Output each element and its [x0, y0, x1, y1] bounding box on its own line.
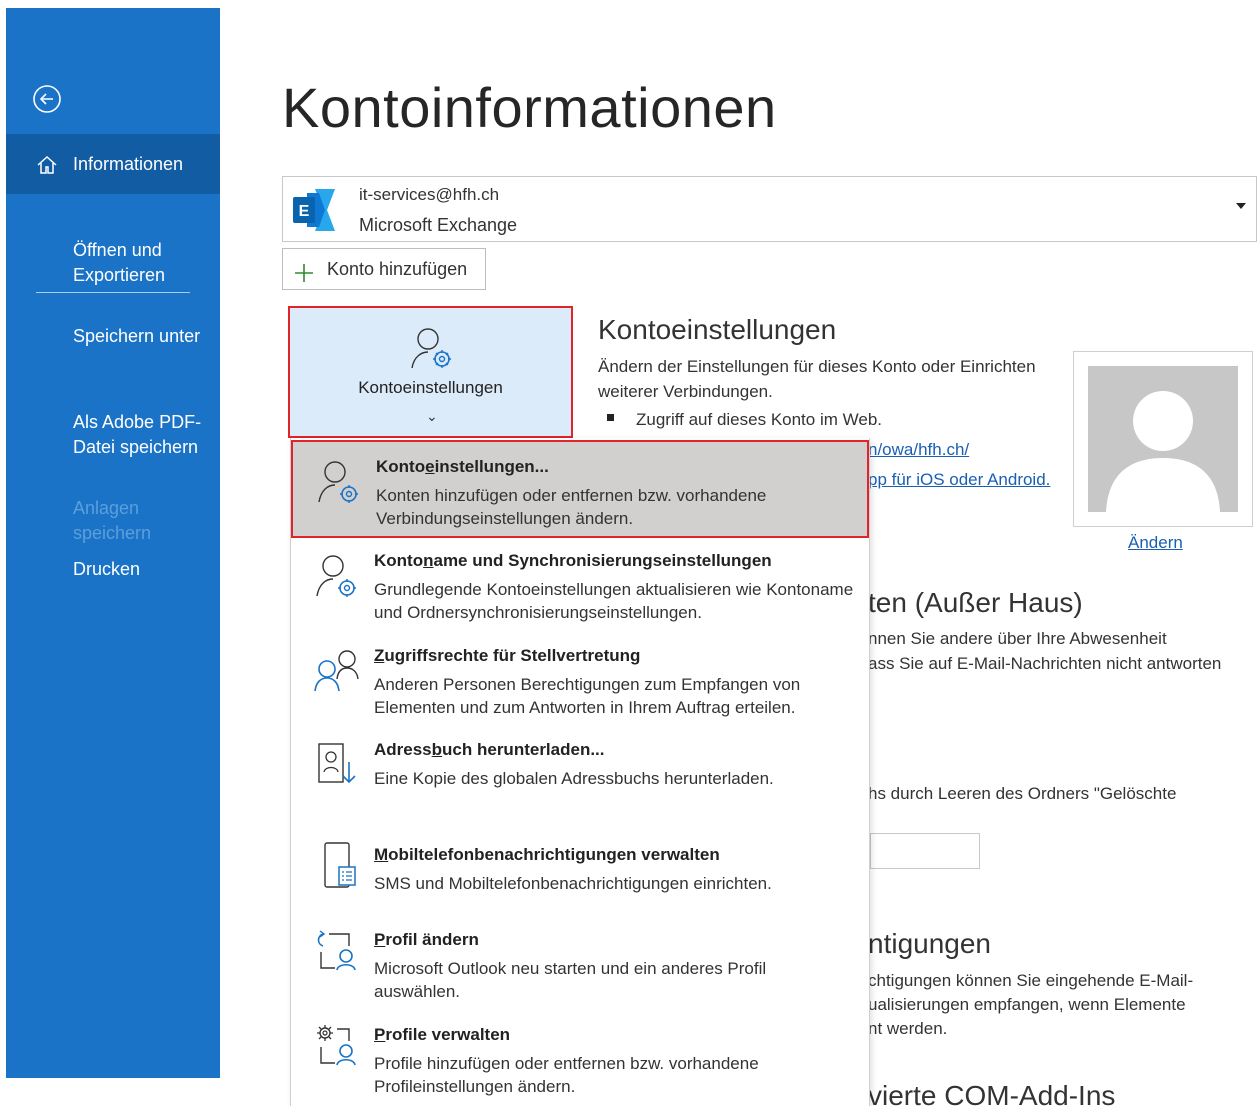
section-heading-kontoeinstellungen: Kontoeinstellungen	[598, 314, 837, 345]
back-arrow-icon[interactable]	[32, 84, 62, 114]
section-desc: weiterer Verbindungen.	[598, 382, 773, 401]
account-settings-tile[interactable]: Kontoeinstellungen ⌄	[288, 306, 573, 438]
sidebar-item-label: Öffnen und Exportieren	[73, 240, 166, 285]
menu-item-title: Kontoname und Synchronisierungseinstellu…	[374, 551, 772, 570]
menu-item-mobiltelefon[interactable]: Mobiltelefonbenachrichtigungen verwalten…	[291, 829, 869, 921]
sidebar-item-drucken[interactable]: Drucken	[6, 557, 220, 582]
menu-item-title: Profil ändern	[374, 930, 479, 949]
menu-item-kontoeinstellungen[interactable]: Kontoeinstellungen... Konten hinzufügen …	[291, 440, 869, 538]
bullet-text: Zugriff auf dieses Konto im Web.	[636, 410, 882, 429]
home-icon	[36, 154, 58, 176]
section-desc: ass Sie auf E-Mail-Nachrichten nicht ant…	[868, 654, 1222, 673]
menu-item-adressbuch[interactable]: Adressbuch herunterladen... Eine Kopie d…	[291, 734, 869, 826]
plus-icon	[293, 258, 315, 282]
menu-item-stellvertretung[interactable]: Zugriffsrechte für Stellvertretung Ander…	[291, 639, 869, 731]
menu-item-title: Kontoeinstellungen...	[376, 457, 549, 476]
sidebar-item-label: Informationen	[73, 154, 184, 174]
menu-item-desc: Profile hinzufügen oder entfernen bzw. v…	[374, 1054, 759, 1096]
tile-label: Kontoeinstellungen	[358, 378, 503, 397]
bullet-icon	[607, 414, 614, 421]
add-account-button[interactable]: Konto hinzufügen	[282, 248, 486, 290]
user-gear-icon	[315, 458, 363, 506]
sidebar-item-label: Anlagen speichern	[73, 498, 152, 543]
account-type: Microsoft Exchange	[359, 215, 518, 235]
sidebar-item-oeffnen-exportieren[interactable]: Öffnen und Exportieren	[6, 213, 220, 288]
avatar	[1088, 366, 1238, 512]
sidebar-item-adobe-pdf[interactable]: Als Adobe PDF- Datei speichern	[6, 385, 220, 460]
outlook-backstage: Informationen Öffnen und Exportieren Spe…	[0, 0, 1258, 1106]
section-desc: hs durch Leeren des Ordners "Gelöschte	[868, 784, 1177, 803]
account-dropdown[interactable]: E it-services@hfh.ch Microsoft Exchange	[282, 176, 1257, 242]
account-email: it-services@hfh.ch	[359, 185, 500, 204]
menu-item-desc: SMS und Mobiltelefonbenachrichtigungen e…	[374, 874, 772, 893]
mobile-phone-icon	[313, 841, 361, 889]
sidebar-item-informationen[interactable]: Informationen	[6, 134, 220, 194]
sidebar-item-anlagen-speichern: Anlagen speichern	[6, 471, 220, 546]
sidebar-divider	[36, 292, 190, 293]
sidebar-item-label: Drucken	[73, 559, 141, 579]
user-gear-icon	[313, 552, 361, 600]
add-account-label: Konto hinzufügen	[327, 259, 468, 279]
menu-item-kontoname[interactable]: Kontoname und Synchronisierungseinstellu…	[291, 544, 869, 636]
menu-item-desc: Konten hinzufügen oder entfernen bzw. vo…	[376, 486, 767, 528]
menu-item-desc: Eine Kopie des globalen Adressbuchs heru…	[374, 769, 774, 788]
user-gear-icon	[410, 326, 454, 372]
account-settings-menu: Kontoeinstellungen... Konten hinzufügen …	[290, 438, 870, 1106]
menu-item-profile-verwalten[interactable]: Profile verwalten Profile hinzufügen ode…	[291, 1019, 869, 1106]
chevron-down-icon: ⌄	[426, 408, 438, 424]
exchange-icon: E	[289, 185, 341, 235]
section-heading-autoreply: ten (Außer Haus)	[868, 587, 1083, 618]
backstage-sidebar: Informationen Öffnen und Exportieren Spe…	[6, 8, 220, 1078]
address-book-download-icon	[313, 740, 361, 788]
change-photo-link[interactable]: Ändern	[1128, 533, 1183, 553]
delegate-users-icon	[313, 647, 361, 695]
manage-profiles-icon	[313, 1023, 361, 1071]
sidebar-item-label: Als Adobe PDF- Datei speichern	[73, 412, 202, 457]
section-desc: nt werden.	[868, 1019, 948, 1038]
svg-text:E: E	[299, 203, 310, 220]
section-heading-com-addins: vierte COM-Add-Ins	[868, 1080, 1116, 1106]
change-profile-icon	[313, 928, 361, 976]
cleanup-input[interactable]	[870, 833, 980, 869]
mobile-app-link[interactable]: pp für iOS oder Android.	[868, 467, 1050, 492]
menu-item-profil-aendern[interactable]: Profil ändern Microsoft Outlook neu star…	[291, 924, 869, 1016]
menu-item-desc: Microsoft Outlook neu starten und ein an…	[374, 959, 767, 1001]
profile-photo-frame	[1073, 351, 1253, 527]
sidebar-item-speichern-unter[interactable]: Speichern unter	[6, 324, 220, 349]
section-desc: nnen Sie andere über Ihre Abwesenheit	[868, 629, 1167, 648]
menu-item-title: Profile verwalten	[374, 1025, 511, 1044]
sidebar-item-label: Speichern unter	[73, 326, 201, 346]
menu-item-title: Mobiltelefonbenachrichtigungen verwalten	[374, 845, 720, 864]
menu-item-desc: Anderen Personen Berechtigungen zum Empf…	[374, 675, 801, 717]
menu-item-title: Zugriffsrechte für Stellvertretung	[374, 646, 641, 665]
owa-link[interactable]: n/owa/hfh.ch/	[868, 437, 969, 462]
section-heading-notifications: ntigungen	[868, 928, 992, 959]
dropdown-arrow-icon[interactable]	[1236, 203, 1246, 209]
page-title: Kontoinformationen	[282, 76, 777, 139]
section-desc: chtigungen können Sie eingehende E-Mail-	[868, 971, 1194, 990]
section-desc: Ändern der Einstellungen für dieses Kont…	[598, 357, 1036, 376]
section-desc: ualisierungen empfangen, wenn Elemente	[868, 995, 1186, 1014]
menu-item-desc: Grundlegende Kontoeinstellungen aktualis…	[374, 580, 854, 622]
menu-item-title: Adressbuch herunterladen...	[374, 740, 605, 759]
